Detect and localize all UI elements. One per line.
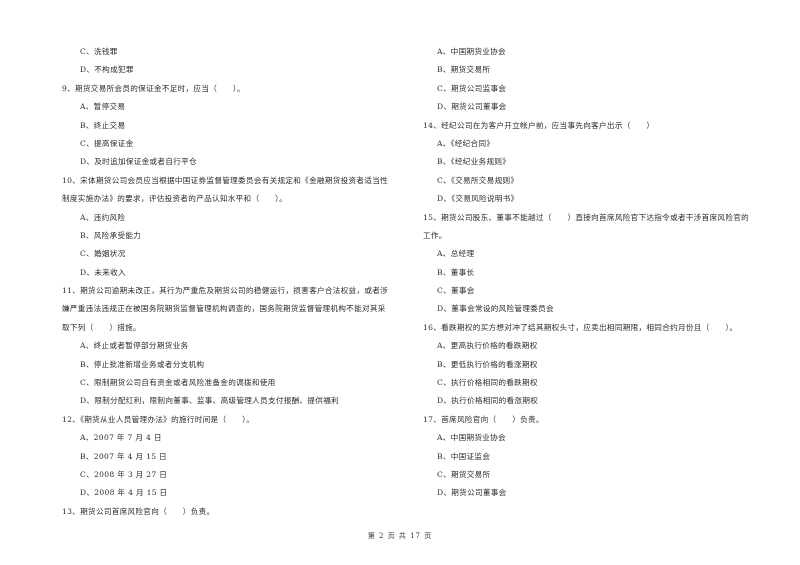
answer-option: D、及时追加保证金或者自行平仓 (80, 157, 197, 167)
answer-option: C、2008 年 3 月 27 日 (80, 469, 168, 479)
answer-option: B、董事长 (437, 267, 475, 277)
answer-option: D、未来收入 (80, 267, 126, 277)
answer-option: A、更高执行价格的看跌期权 (437, 341, 538, 351)
question-text: 10、宋体期货公司会员应当根据中国证券监督管理委员会有关规定和《金融期货投资者适… (62, 175, 389, 185)
left-column: C、洗钱罪 D、不构成犯罪 9、期货交易所会员的保证金不足时，应当（ ）。 A、暂停交… (62, 43, 402, 521)
answer-option: B、中国证监会 (437, 451, 491, 461)
answer-option: D、不构成犯罪 (80, 65, 134, 75)
question-text: 11、期货公司逾期未改正，其行为严重危及期货公司的稳健运行，损害客户合法权益，或… (62, 286, 389, 296)
question-text: 15、期货公司股东、董事不能越过（ ）直接向首席风险官下达指令或者干涉首席风险官… (423, 212, 750, 222)
answer-option: B、终止交易 (80, 120, 126, 130)
answer-option: C、执行价格相同的看跌期权 (437, 378, 538, 388)
answer-option: A、终止或者暂停部分期货业务 (80, 341, 189, 351)
answer-option: D、期货公司董事会 (437, 488, 507, 498)
answer-option: B、风险承受能力 (80, 230, 142, 240)
question-text: 14、经纪公司在为客户开立帐户前，应当事先向客户出示（ ） (423, 120, 655, 130)
answer-option: D、限制分配红利，限制向董事、监事、高级管理人员支付报酬、提供福利 (80, 396, 339, 406)
question-text: 13、期货公司首席风险官向（ ）负责。 (62, 506, 215, 516)
question-text: 制度实施办法》的要求，评估投资者的产品认知水平和（ ）。 (62, 194, 288, 204)
question-text: 工作。 (423, 230, 447, 240)
question-text: 取下列（ ）措施。 (62, 322, 141, 332)
answer-option: A、暂停交易 (80, 102, 126, 112)
answer-option: D、董事会常设的风险管理委员会 (437, 304, 554, 314)
answer-option: A、违约风险 (80, 212, 126, 222)
answer-option: C、限制期货公司自有资金或者风险准备金的调拨和使用 (80, 378, 276, 388)
answer-option: D、2008 年 4 月 15 日 (80, 488, 168, 498)
answer-option: C、董事会 (437, 286, 475, 296)
question-text: 17、首席风险官向（ ）负责。 (423, 414, 544, 424)
answer-option: D、期货公司董事会 (437, 102, 507, 112)
answer-option: A、中国期货业协会 (437, 47, 506, 56)
answer-option: A、2007 年 7 月 4 日 (80, 433, 162, 443)
answer-option: A、中国期货业协会 (437, 433, 506, 443)
answer-option: B、期货交易所 (437, 65, 491, 75)
answer-option: B、《经纪业务规则》 (437, 157, 511, 167)
answer-option: C、期货公司监事会 (437, 83, 507, 93)
page-footer: 第 2 页 共 17 页 (367, 532, 433, 540)
answer-option: C、提高保证金 (80, 138, 134, 148)
question-text: 9、期货交易所会员的保证金不足时，应当（ ）。 (62, 83, 245, 93)
question-text: 嫌严重违法违规正在被国务院期货监督管理机构调查的，国务院期货监督管理机构不能对其… (62, 304, 386, 314)
answer-option: C、期货交易所 (437, 469, 491, 479)
answer-option: A、总经理 (437, 249, 475, 259)
right-column: A、中国期货业协会 B、期货交易所 C、期货公司监事会 D、期货公司董事会 14、经纪公… (423, 43, 763, 503)
answer-option: B、2007 年 4 月 15 日 (80, 451, 167, 461)
answer-option: D、《交易风险说明书》 (437, 194, 519, 204)
answer-option: B、停止批准新增业务或者分支机构 (80, 359, 205, 369)
answer-option: C、《交易所交易规则》 (437, 175, 519, 185)
question-text: 16、看跌期权的买方想对冲了结其期权头寸，应卖出相同期限，相同合约月份且（ ）。 (423, 322, 738, 332)
answer-option: A、《经纪合同》 (437, 138, 495, 148)
answer-option: D、执行价格相同的看涨期权 (437, 396, 539, 406)
answer-option: B、更低执行价格的看涨期权 (437, 359, 538, 369)
question-text: 12、《期货从业人员管理办法》的施行时间是（ ）。 (62, 414, 255, 424)
answer-option: C、婚姻状况 (80, 249, 126, 259)
answer-option: C、洗钱罪 (80, 47, 118, 56)
